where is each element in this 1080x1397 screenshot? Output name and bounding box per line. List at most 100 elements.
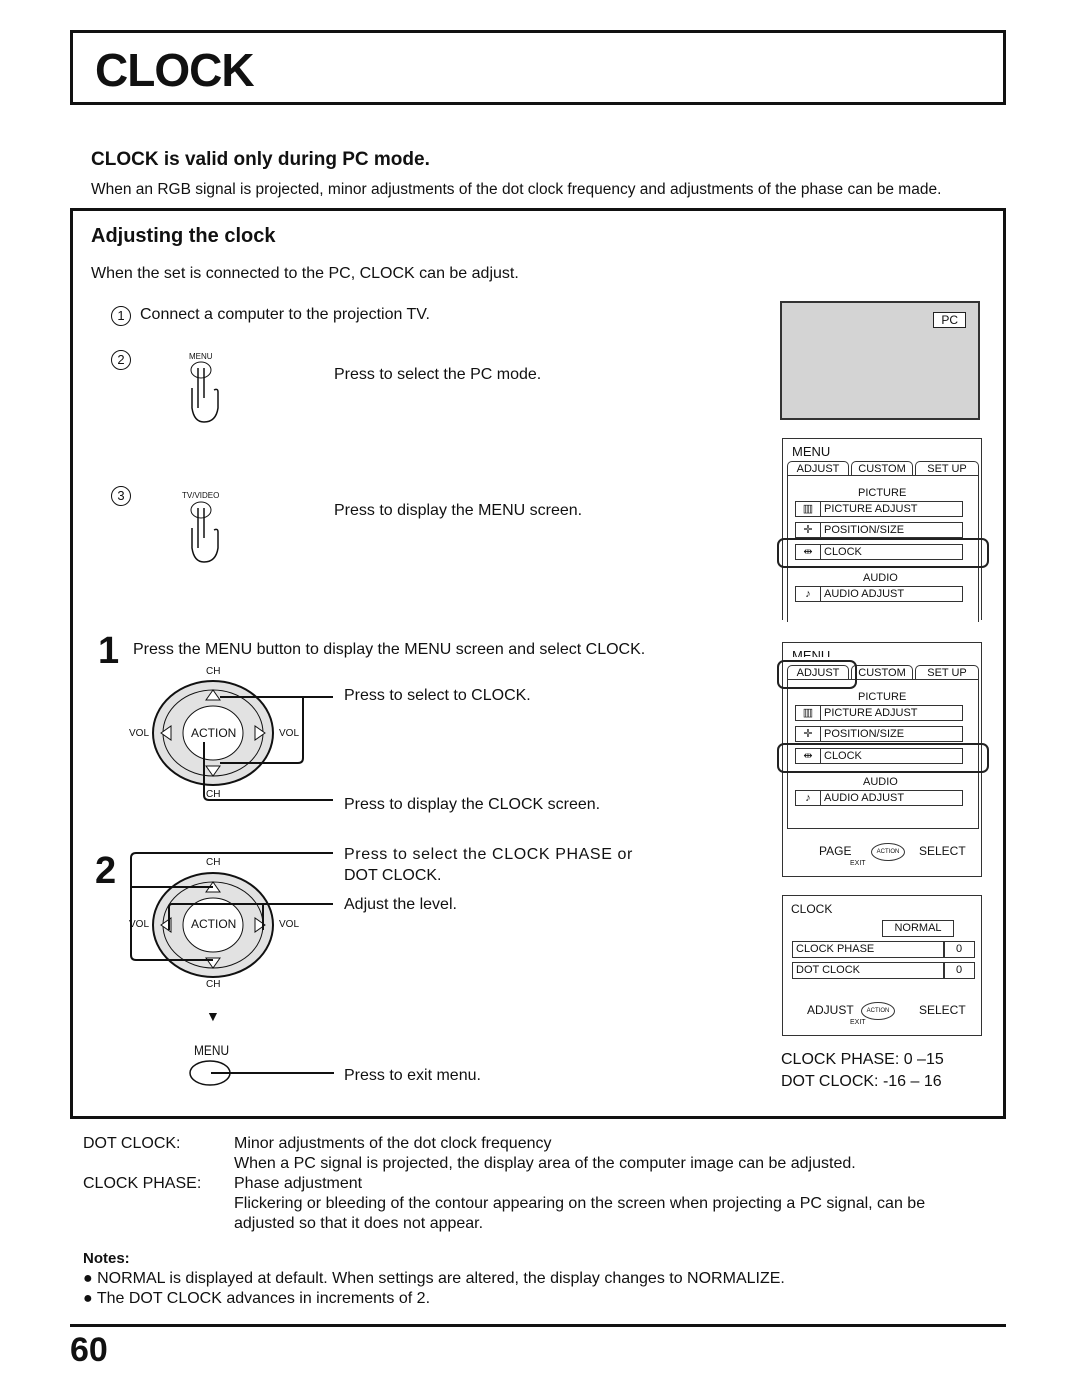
clock-phase-row[interactable]: CLOCK PHASE bbox=[792, 941, 945, 958]
clock-title: CLOCK bbox=[791, 902, 833, 916]
menu-title: MENU bbox=[792, 444, 831, 459]
action-instruction: Press to display the CLOCK screen. bbox=[344, 796, 601, 813]
highlight-clock bbox=[777, 743, 989, 773]
footer-rule bbox=[70, 1324, 1006, 1327]
clock-screen: CLOCK NORMAL CLOCK PHASE 0 DOT CLOCK 0 A… bbox=[782, 895, 982, 1036]
ch-label: CH bbox=[206, 979, 221, 990]
dot-clock-range: DOT CLOCK: -16 – 16 bbox=[781, 1073, 942, 1090]
arrows-icon: ✛ bbox=[796, 727, 821, 741]
hand-press-icon bbox=[190, 361, 219, 423]
action-button[interactable]: ACTION bbox=[191, 917, 236, 931]
nav-page-label: PAGE bbox=[819, 844, 852, 858]
definition-term: CLOCK PHASE: bbox=[83, 1175, 202, 1192]
mode-status: NORMAL bbox=[882, 920, 954, 937]
audio-header: AUDIO bbox=[863, 572, 898, 584]
intro-text: When an RGB signal is projected, minor a… bbox=[91, 181, 942, 198]
nav-select-label: SELECT bbox=[919, 844, 966, 858]
definition-term: DOT CLOCK: bbox=[83, 1135, 181, 1152]
note-icon: ♪ bbox=[796, 587, 821, 601]
menu-item-position-size[interactable]: ✛ POSITION/SIZE bbox=[795, 522, 963, 538]
definition-text: Phase adjustment bbox=[234, 1175, 363, 1192]
manual-page: CLOCK CLOCK is valid only during PC mode… bbox=[0, 0, 1080, 1397]
note-item: ● NORMAL is displayed at default. When s… bbox=[83, 1270, 785, 1287]
step-text: Press to display the MENU screen. bbox=[334, 502, 583, 519]
action-icon: ACTION bbox=[861, 1002, 895, 1020]
action-dial-icon bbox=[130, 852, 333, 978]
clock-phase-range: CLOCK PHASE: 0 –15 bbox=[781, 1051, 944, 1068]
dot-clock-row[interactable]: DOT CLOCK bbox=[792, 962, 945, 979]
page-title: CLOCK bbox=[95, 44, 255, 96]
bullet-icon: ● bbox=[83, 1290, 97, 1307]
dot-clock-value: 0 bbox=[943, 962, 975, 979]
menu-button-icon bbox=[189, 1060, 334, 1086]
audio-header: AUDIO bbox=[863, 776, 898, 788]
action-button[interactable]: ACTION bbox=[191, 726, 236, 740]
menu-item-audio-adjust[interactable]: ♪ AUDIO ADJUST bbox=[795, 586, 963, 602]
definition-text: When a PC signal is projected, the displ… bbox=[234, 1155, 856, 1172]
step-number: 1 bbox=[111, 306, 131, 326]
action-icon: ACTION bbox=[871, 843, 905, 861]
nav-select-label: SELECT bbox=[919, 1003, 966, 1017]
exit-label: EXIT bbox=[850, 1019, 866, 1026]
title-box: CLOCK bbox=[70, 30, 1006, 105]
select-instruction: Press to select the CLOCK PHASE or bbox=[344, 846, 633, 863]
tab-setup[interactable]: SET UP bbox=[915, 461, 979, 476]
tab-adjust[interactable]: ADJUST bbox=[787, 461, 849, 476]
action-dial-icon bbox=[152, 680, 333, 801]
nav-adjust-label: ADJUST bbox=[807, 1003, 854, 1017]
tab-custom[interactable]: CUSTOM bbox=[851, 461, 913, 476]
highlight-adjust-tab bbox=[777, 660, 857, 689]
ch-label: CH bbox=[206, 789, 221, 800]
exit-instruction: Press to exit menu. bbox=[344, 1067, 481, 1084]
select-instruction-cont: DOT CLOCK. bbox=[344, 867, 442, 884]
ch-label: CH bbox=[206, 857, 221, 868]
subtitle: CLOCK is valid only during PC mode. bbox=[91, 149, 430, 170]
bullet-icon: ● bbox=[83, 1270, 98, 1287]
tv-video-button-label: TV/VIDEO bbox=[182, 491, 220, 500]
menu-screen-1: MENU ADJUST CUSTOM SET UP PICTURE ▥ PICTU… bbox=[782, 438, 982, 622]
note-item: ● The DOT CLOCK advances in increments o… bbox=[83, 1290, 431, 1307]
exit-label: EXIT bbox=[850, 860, 866, 867]
clock-phase-value: 0 bbox=[943, 941, 975, 958]
picture-header: PICTURE bbox=[858, 691, 907, 703]
tab-custom[interactable]: CUSTOM bbox=[851, 665, 913, 680]
arrows-icon: ✛ bbox=[796, 523, 821, 537]
step-number: 2 bbox=[111, 350, 131, 370]
pc-badge: PC bbox=[933, 312, 966, 328]
page-number: 60 bbox=[70, 1331, 108, 1369]
vol-label: VOL bbox=[129, 728, 150, 739]
adjust-instruction: Adjust the level. bbox=[344, 896, 457, 913]
menu-item-picture-adjust[interactable]: ▥ PICTURE ADJUST bbox=[795, 705, 963, 721]
menu-item-picture-adjust[interactable]: ▥ PICTURE ADJUST bbox=[795, 501, 963, 517]
picture-header: PICTURE bbox=[858, 487, 907, 499]
definition-text: adjusted so that it does not appear. bbox=[234, 1215, 484, 1232]
highlight-clock bbox=[777, 538, 989, 568]
step1-text: Press the MENU button to display the MEN… bbox=[133, 641, 646, 658]
section-heading: Adjusting the clock bbox=[91, 225, 276, 247]
step-number: 3 bbox=[111, 486, 131, 506]
hand-press-icon bbox=[190, 501, 219, 563]
bars-icon: ▥ bbox=[796, 706, 821, 720]
ch-label: CH bbox=[206, 666, 221, 677]
up-instruction: Press to select to CLOCK. bbox=[344, 687, 531, 704]
notes-heading: Notes: bbox=[83, 1250, 130, 1267]
vol-label: VOL bbox=[129, 919, 150, 930]
menu-item-position-size[interactable]: ✛ POSITION/SIZE bbox=[795, 726, 963, 742]
pc-screen-illustration: PC bbox=[780, 301, 980, 420]
step-number-large: 2 bbox=[95, 850, 117, 892]
step-number-large: 1 bbox=[98, 630, 120, 672]
bars-icon: ▥ bbox=[796, 502, 821, 516]
note-icon: ♪ bbox=[796, 791, 821, 805]
menu-item-audio-adjust[interactable]: ♪ AUDIO ADJUST bbox=[795, 790, 963, 806]
menu-button-label: MENU bbox=[194, 1042, 230, 1058]
down-arrow-icon: ▼ bbox=[206, 1008, 220, 1024]
tab-setup[interactable]: SET UP bbox=[915, 665, 979, 680]
vol-label: VOL bbox=[279, 728, 300, 739]
step-text: Connect a computer to the projection TV. bbox=[140, 306, 430, 323]
definition-text: Flickering or bleeding of the contour ap… bbox=[234, 1195, 926, 1212]
menu-title: MENU bbox=[792, 648, 831, 657]
lead-text: When the set is connected to the PC, CLO… bbox=[91, 265, 519, 282]
step-text: Press to select the PC mode. bbox=[334, 366, 542, 383]
vol-label: VOL bbox=[279, 919, 300, 930]
definition-text: Minor adjustments of the dot clock frequ… bbox=[234, 1135, 552, 1152]
